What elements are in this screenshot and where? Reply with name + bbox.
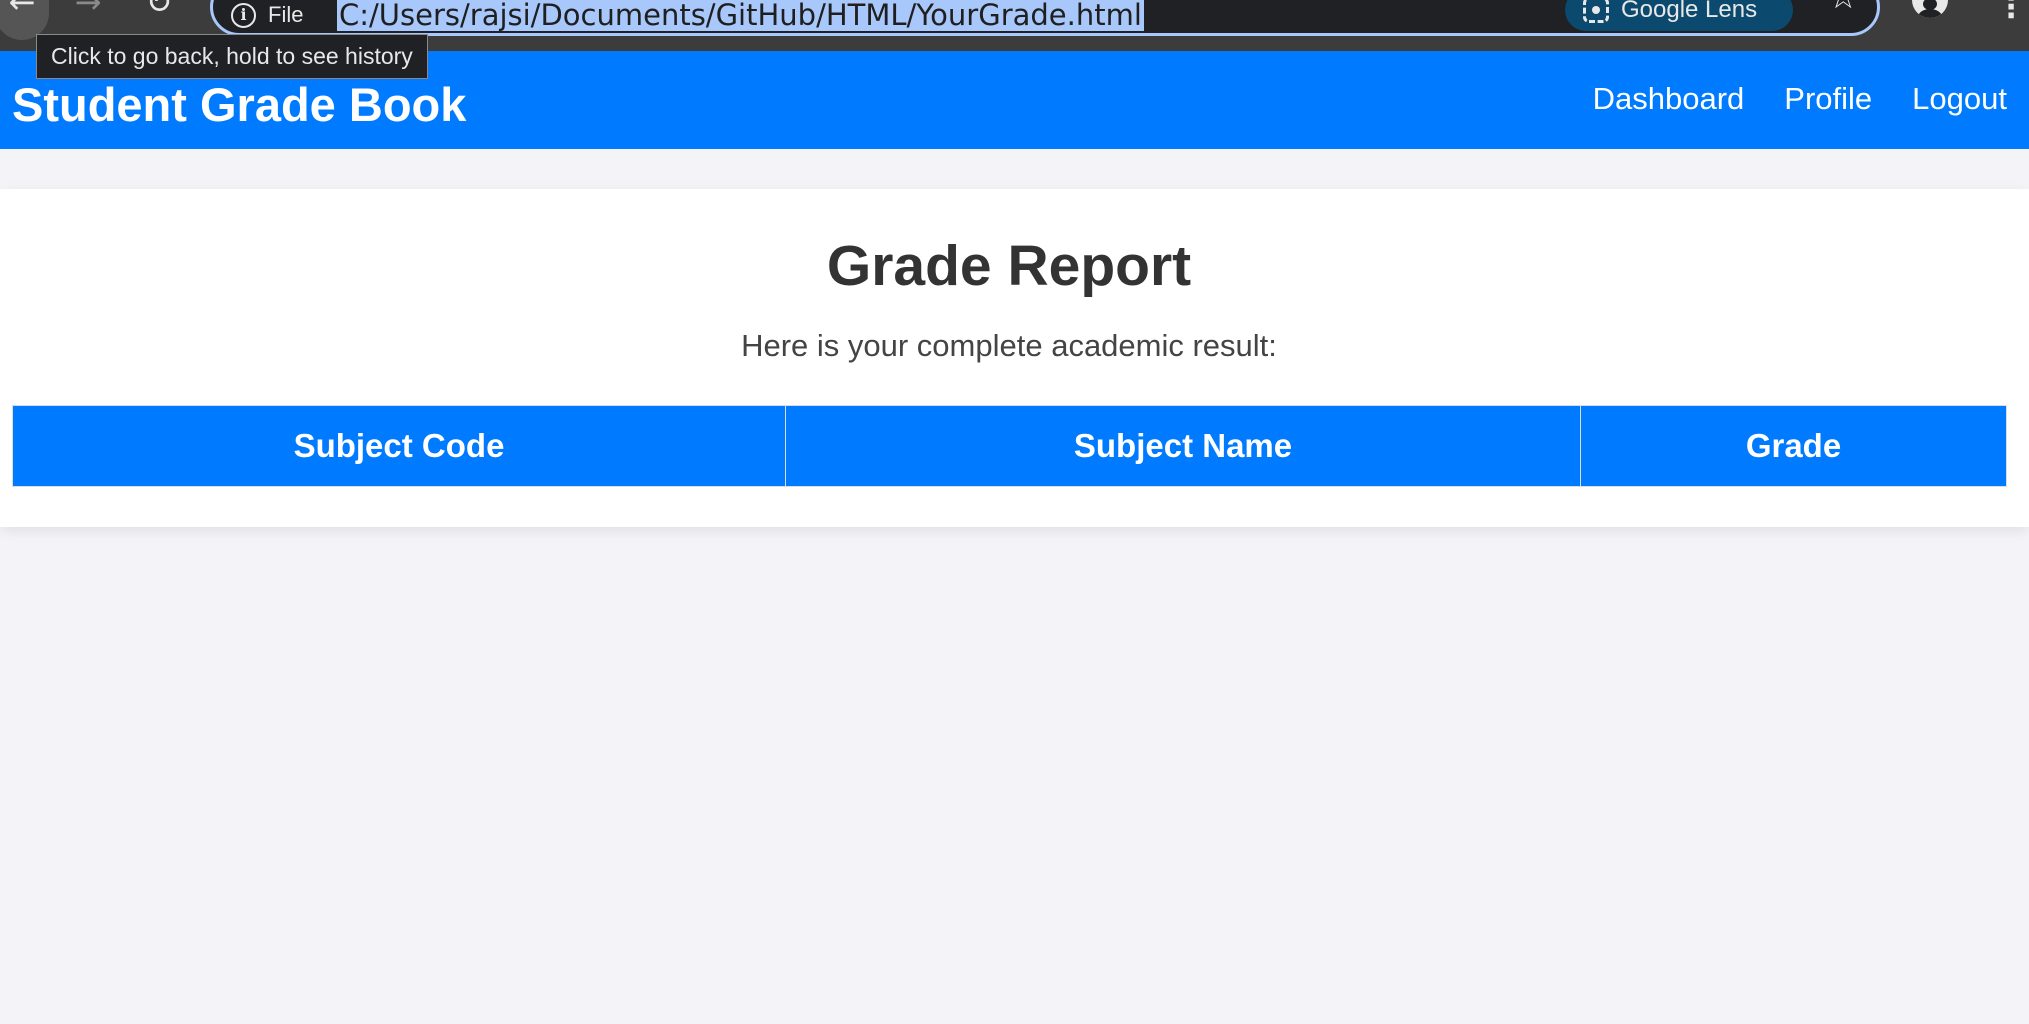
- info-icon: i: [231, 2, 256, 28]
- google-lens-button[interactable]: Google Lens: [1565, 0, 1793, 31]
- reload-icon[interactable]: ↻: [133, 0, 185, 30]
- grade-report-card: Grade Report Here is your complete acade…: [0, 189, 2029, 527]
- column-header-subject-name: Subject Name: [785, 405, 1581, 487]
- more-menu-icon[interactable]: ⋮: [1996, 0, 2026, 25]
- forward-arrow-icon[interactable]: →: [62, 0, 114, 30]
- column-header-grade: Grade: [1580, 405, 2007, 487]
- site-info-button[interactable]: i File: [231, 0, 303, 35]
- brand-title: Student Grade Book: [12, 78, 467, 131]
- page-title: Grade Report: [826, 234, 1192, 298]
- address-bar[interactable]: i File C:/Users/rajsi/Documents/GitHub/H…: [210, 0, 1880, 36]
- google-lens-label: Google Lens: [1621, 0, 1758, 23]
- profile-avatar-icon[interactable]: [1912, 0, 1948, 18]
- url-text[interactable]: C:/Users/rajsi/Documents/GitHub/HTML/You…: [337, 0, 1144, 31]
- nav-link-logout[interactable]: Logout: [1912, 81, 2007, 117]
- column-header-subject-code: Subject Code: [12, 405, 786, 487]
- lens-icon: [1583, 0, 1609, 23]
- page-subtitle: Here is your complete academic result:: [741, 328, 1277, 363]
- bookmark-star-icon[interactable]: ☆: [1828, 0, 1858, 17]
- back-button-tooltip: Click to go back, hold to see history: [36, 34, 428, 79]
- table-header-row: Subject Code Subject Name Grade: [12, 405, 2007, 487]
- main-nav: Dashboard Profile Logout: [1593, 81, 2007, 117]
- grades-table: Subject Code Subject Name Grade: [12, 405, 2007, 487]
- site-info-label: File: [268, 2, 304, 27]
- nav-link-profile[interactable]: Profile: [1784, 81, 1872, 117]
- nav-link-dashboard[interactable]: Dashboard: [1593, 81, 1745, 117]
